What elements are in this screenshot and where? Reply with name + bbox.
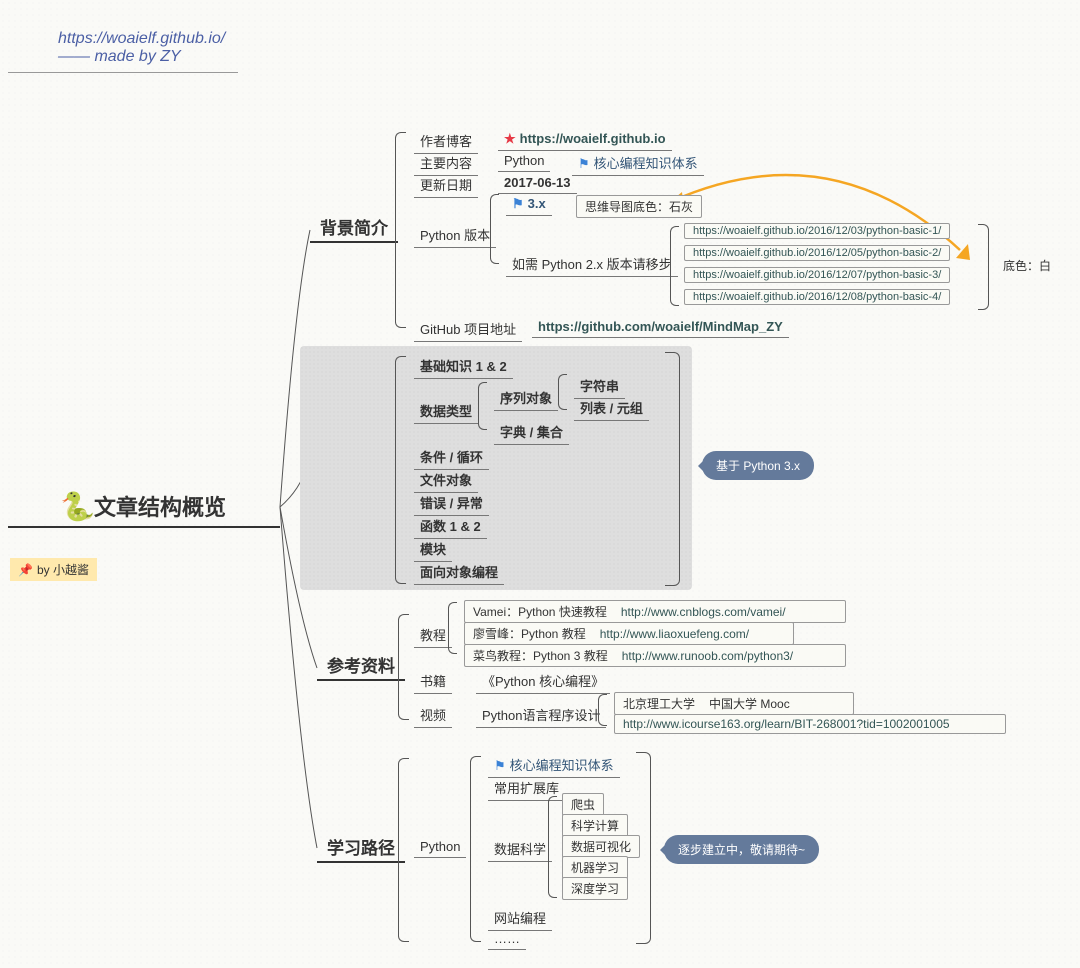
bracket-video xyxy=(598,694,607,726)
flag-icon: ⚑ xyxy=(494,758,506,773)
flag-icon: ⚑ xyxy=(578,156,590,171)
mm-item-0: 基础知识 1 & 2 xyxy=(414,353,513,379)
bg-pyver-note: 思维导图底色：石灰 xyxy=(576,195,702,218)
alt-link-2[interactable]: https://woaielf.github.io/2016/12/07/pyt… xyxy=(684,267,950,283)
flag-icon: ⚑ xyxy=(512,196,524,211)
author-badge: 📌 by 小越酱 xyxy=(10,558,97,581)
ref-video-label: 视频 xyxy=(414,702,452,728)
bg-pyver-main: ⚑3.x xyxy=(506,193,552,216)
ref-video-top: 北京理工大学中国大学 Mooc xyxy=(614,692,854,715)
mindmap-canvas: https://woaielf.github.io/ —— made by ZY… xyxy=(0,0,1080,968)
bracket-seq xyxy=(558,374,567,410)
mindmap-panel xyxy=(300,346,692,590)
mm-item-1: 数据类型 xyxy=(414,398,478,424)
bracket-altlinks xyxy=(670,226,679,306)
mm-dict-label: 字典 / 集合 xyxy=(494,419,569,445)
bg-date-value: 2017-06-13 xyxy=(498,172,577,194)
path-py-label: Python xyxy=(414,836,466,858)
ref-tut-0[interactable]: Vamei：Python 快速教程http://www.cnblogs.com/… xyxy=(464,600,846,623)
alt-link-0[interactable]: https://woaielf.github.io/2016/12/03/pyt… xyxy=(684,223,950,239)
ref-tut-label: 教程 xyxy=(414,622,452,648)
alt-link-1[interactable]: https://woaielf.github.io/2016/12/05/pyt… xyxy=(684,245,950,261)
bracket-path xyxy=(398,758,409,942)
header: https://woaielf.github.io/ —— made by ZY xyxy=(58,30,225,66)
header-divider xyxy=(8,72,238,73)
bracket-path-inner xyxy=(470,756,481,942)
star-icon: ★ xyxy=(504,131,516,146)
ref-video-name: Python语言程序设计 xyxy=(476,702,606,728)
root-underline xyxy=(8,526,280,528)
pin-icon: 📌 xyxy=(18,563,33,577)
bracket-mm xyxy=(395,356,406,584)
ref-tut-2[interactable]: 菜鸟教程：Python 3 教程http://www.runoob.com/py… xyxy=(464,644,846,667)
path-ds: 数据科学 xyxy=(488,836,552,862)
ref-book-value: 《Python 核心编程》 xyxy=(476,668,610,694)
bg-date-label: 更新日期 xyxy=(414,172,478,198)
mm-item-7: 面向对象编程 xyxy=(414,559,504,585)
bracket-pyver xyxy=(490,194,499,264)
path-ds-1: 科学计算 xyxy=(562,814,628,837)
bracket-tut xyxy=(448,602,457,654)
ref-video-url[interactable]: http://www.icourse163.org/learn/BIT-2680… xyxy=(614,714,1006,734)
branch-path: 学习路径 xyxy=(317,832,405,863)
alt-bottom-note: 底色：白 xyxy=(1003,257,1051,274)
bracket-mm-right xyxy=(665,352,680,586)
ref-book-label: 书籍 xyxy=(414,668,452,694)
author-text: by 小越酱 xyxy=(37,561,89,578)
bg-content-tag: ⚑核心编程知识体系 xyxy=(572,150,704,176)
path-ds-2: 数据可视化 xyxy=(562,835,640,858)
path-ds-3: 机器学习 xyxy=(562,856,628,879)
branch-references: 参考资料 xyxy=(317,650,405,681)
bracket-datatype xyxy=(478,382,487,430)
bracket-path-right xyxy=(636,752,651,944)
ref-tut-1[interactable]: 廖雪峰：Python 教程http://www.liaoxuefeng.com/ xyxy=(464,622,794,645)
path-etc: …… xyxy=(488,928,526,950)
bg-gh-url[interactable]: https://github.com/woaielf/MindMap_ZY xyxy=(532,316,789,338)
mm-seq-1: 列表 / 元组 xyxy=(574,395,649,421)
bg-blog-url[interactable]: ★https://woaielf.github.io xyxy=(498,128,672,151)
bracket-ref xyxy=(398,614,409,720)
root-node: 🐍 文章结构概览 xyxy=(60,490,226,522)
path-ds-0: 爬虫 xyxy=(562,793,604,816)
path-bubble: 逐步建立中，敬请期待~ xyxy=(664,835,819,864)
bracket-ds xyxy=(548,796,557,898)
bg-content-value: Python xyxy=(498,150,550,172)
bg-pyver-label: Python 版本 xyxy=(414,222,496,248)
mm-seq-label: 序列对象 xyxy=(494,385,558,411)
bracket-altlinks-right xyxy=(978,224,989,310)
python-logo-icon: 🐍 xyxy=(60,492,88,520)
alt-link-3[interactable]: https://woaielf.github.io/2016/12/08/pyt… xyxy=(684,289,950,305)
header-url: https://woaielf.github.io/ xyxy=(58,30,225,48)
bg-gh-label: GitHub 项目地址 xyxy=(414,316,522,342)
bg-pyver-alt: 如需 Python 2.x 版本请移步 xyxy=(506,251,678,277)
path-ds-4: 深度学习 xyxy=(562,877,628,900)
root-title: 文章结构概览 xyxy=(94,490,226,522)
branch-background: 背景简介 xyxy=(310,212,398,243)
header-byline: —— made by ZY xyxy=(58,48,225,66)
mm-bubble: 基于 Python 3.x xyxy=(702,451,814,480)
bracket-bg xyxy=(395,132,406,328)
